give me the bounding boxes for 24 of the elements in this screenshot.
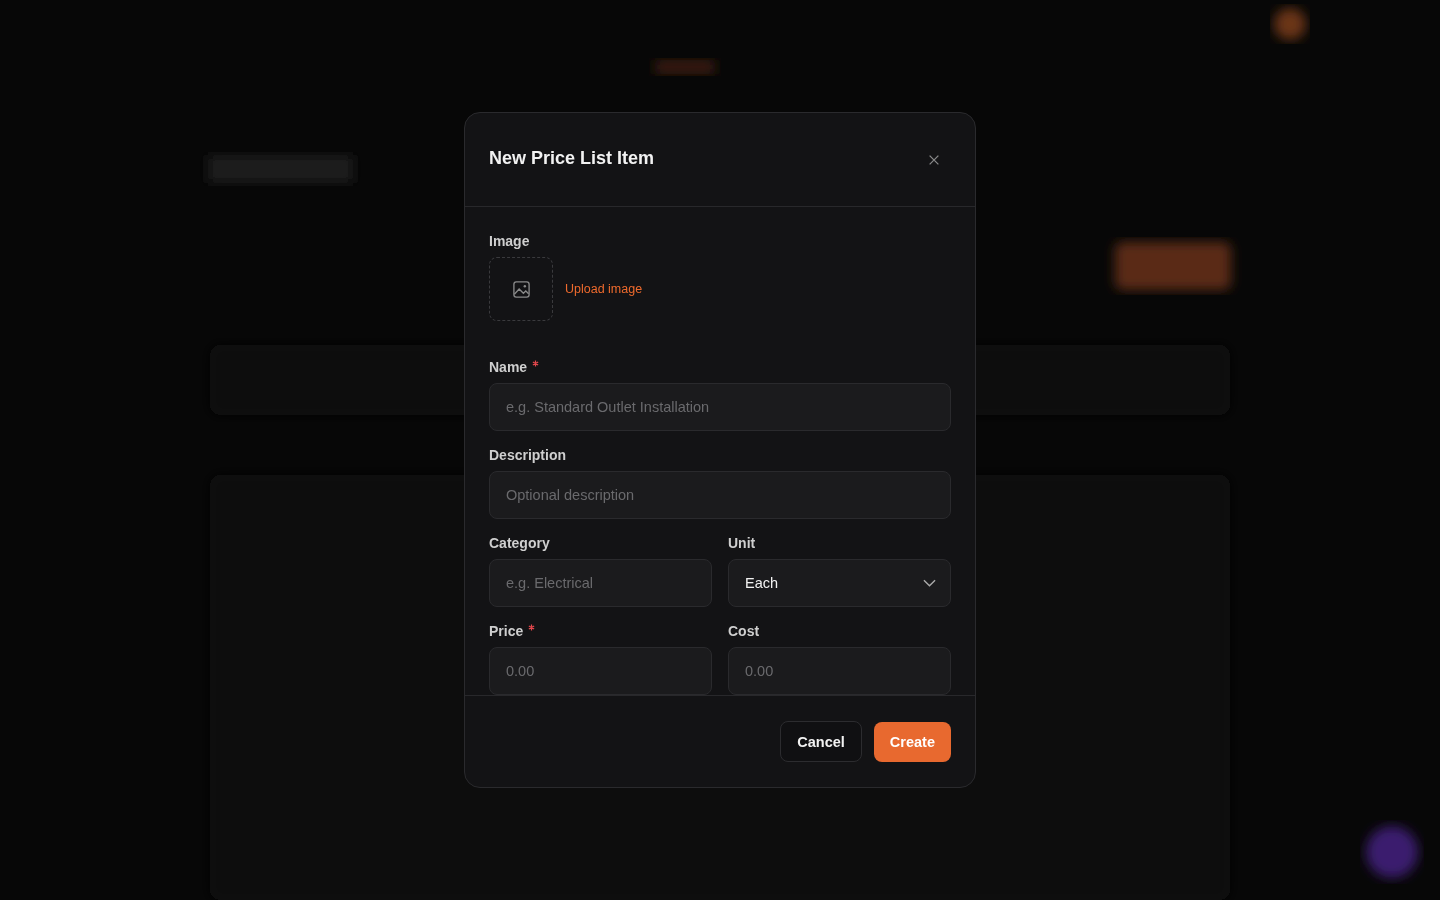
field-label: Category	[489, 535, 550, 551]
text-field[interactable]: e.g. Standard Outlet Installation	[489, 383, 951, 431]
image-dropzone[interactable]	[489, 257, 553, 321]
text-field[interactable]: Optional description	[489, 471, 951, 519]
blurred-nav-tab	[655, 60, 715, 74]
field-label: Image	[489, 233, 531, 249]
chevron-down-icon	[923, 579, 936, 587]
required-asterisk-icon	[528, 624, 536, 631]
text-field[interactable]: 0.00	[489, 647, 712, 695]
blurred-chat-bubble	[1366, 826, 1418, 878]
blurred-avatar	[1274, 8, 1306, 40]
unit-dropdown[interactable]: Each	[728, 559, 951, 607]
field-label: Cost	[728, 623, 760, 639]
field-label: Price	[489, 623, 524, 639]
image-icon	[511, 279, 531, 299]
field-label: Name	[489, 359, 528, 375]
field-label: Unit	[728, 535, 756, 551]
field-label: Description	[489, 447, 566, 463]
dialog-title: New Price List Item	[489, 148, 655, 169]
upload-image-link[interactable]: Upload image	[565, 282, 643, 296]
text-field[interactable]: 0.00	[728, 647, 951, 695]
text-field[interactable]: e.g. Electrical	[489, 559, 712, 607]
required-asterisk-icon	[532, 360, 540, 367]
cancel-button[interactable]: Cancel	[780, 721, 862, 762]
